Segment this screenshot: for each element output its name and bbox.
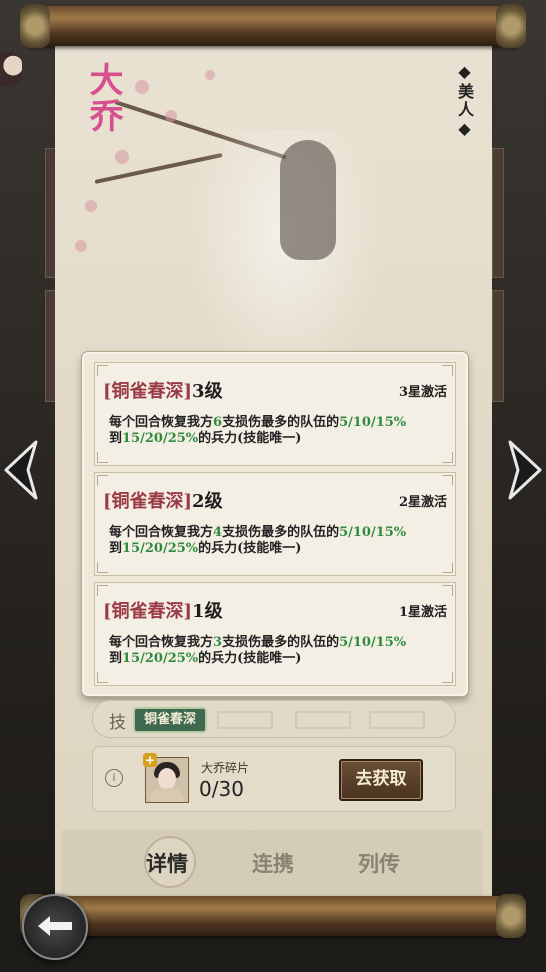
portrait-face <box>158 768 176 790</box>
detail-tabbar: 详情 连携 列传 <box>62 830 482 898</box>
desc-text: 到 <box>109 541 123 556</box>
desc-percent: 5/10/15% <box>339 525 407 540</box>
card-corner <box>97 672 108 683</box>
desc-text: 每个回合恢复我方 <box>109 635 214 650</box>
skill-bar-label: 技 <box>109 713 126 733</box>
skill-activation: 2星激活 <box>398 495 447 510</box>
desc-text: 支损伤最多的队伍的 <box>222 525 340 540</box>
prev-hero-arrow[interactable] <box>2 440 42 500</box>
card-corner <box>442 475 453 486</box>
skill-card: [铜雀春深]2级 2星激活 每个回合恢复我方4支损伤最多的队伍的5/10/15%… <box>94 472 456 576</box>
background-card-right <box>492 148 504 278</box>
plum-blossom <box>165 110 177 122</box>
empty-skill-slot <box>217 711 273 729</box>
desc-percent: 15/20/25% <box>122 651 199 666</box>
background-avatar <box>0 52 22 86</box>
skill-card: [铜雀春深]1级 1星激活 每个回合恢复我方3支损伤最多的队伍的5/10/15%… <box>94 582 456 686</box>
plum-blossom <box>85 200 97 212</box>
tab-biography[interactable]: 列传 <box>358 848 400 878</box>
skill-description: 每个回合恢复我方4支损伤最多的队伍的5/10/15% 到15/20/25%的兵力(… <box>109 525 449 557</box>
desc-text: 支损伤最多的队伍的 <box>222 415 340 430</box>
desc-text: 支损伤最多的队伍的 <box>222 635 340 650</box>
tab-combo[interactable]: 连携 <box>252 848 294 878</box>
card-corner <box>442 452 453 463</box>
tab-details[interactable]: 详情 <box>146 848 188 878</box>
obtain-button[interactable]: 去获取 <box>339 759 423 801</box>
card-corner <box>97 585 108 596</box>
plus-icon: + <box>143 753 157 767</box>
card-corner <box>97 475 108 486</box>
skill-level: 1级 <box>192 601 223 622</box>
fragment-count: 0/30 <box>199 777 244 801</box>
portrait-robe <box>150 788 184 802</box>
skill-bar: 技 铜雀春深 <box>92 700 456 738</box>
background-card-right <box>492 290 504 402</box>
desc-text: 每个回合恢复我方 <box>109 415 214 430</box>
desc-text: 的兵力(技能唯一) <box>198 651 302 666</box>
desc-percent: 15/20/25% <box>122 541 199 556</box>
info-icon[interactable]: i <box>105 769 123 787</box>
empty-skill-slot <box>369 711 425 729</box>
skill-activation: 1星激活 <box>398 605 447 620</box>
skill-title: [铜雀春深]2级 <box>103 487 223 513</box>
skill-chip[interactable]: 铜雀春深 <box>133 707 207 733</box>
skill-level: 3级 <box>192 381 223 402</box>
roller-cap <box>496 894 526 938</box>
skill-title: [铜雀春深]3级 <box>103 377 223 403</box>
hero-name: 大乔 <box>83 62 123 134</box>
empty-skill-slot <box>295 711 351 729</box>
chevron-right-icon <box>508 440 542 500</box>
desc-percent: 5/10/15% <box>339 415 407 430</box>
desc-text: 到 <box>109 431 123 446</box>
desc-text: 的兵力(技能唯一) <box>198 431 302 446</box>
skill-title: [铜雀春深]1级 <box>103 597 223 623</box>
desc-text: 每个回合恢复我方 <box>109 525 214 540</box>
hero-type-tag: ◆美人◆ <box>455 62 474 140</box>
card-corner <box>97 365 108 376</box>
desc-count: 6 <box>213 415 223 430</box>
hero-portrait-hair <box>280 140 336 260</box>
skill-description: 每个回合恢复我方3支损伤最多的队伍的5/10/15% 到15/20/25%的兵力(… <box>109 635 449 667</box>
next-hero-arrow[interactable] <box>504 440 544 500</box>
roller-cap <box>20 4 50 48</box>
card-corner <box>442 562 453 573</box>
scroll-roller-bottom <box>20 894 526 938</box>
skill-level: 2级 <box>192 491 223 512</box>
back-button[interactable] <box>22 894 88 960</box>
chevron-left-icon <box>4 440 38 500</box>
roller-cap <box>496 4 526 48</box>
desc-text: 的兵力(技能唯一) <box>198 541 302 556</box>
skill-name: [铜雀春深] <box>103 381 193 402</box>
plum-blossom <box>135 80 149 94</box>
plum-blossom <box>115 150 129 164</box>
desc-percent: 5/10/15% <box>339 635 407 650</box>
fragment-panel: i + 大乔碎片 0/30 去获取 <box>92 746 456 812</box>
skill-name: [铜雀春深] <box>103 491 193 512</box>
fragment-name: 大乔碎片 <box>201 761 250 775</box>
desc-count: 3 <box>213 635 223 650</box>
skill-detail-panel: [铜雀春深]3级 3星激活 每个回合恢复我方6支损伤最多的队伍的5/10/15%… <box>82 352 468 696</box>
hero-type-label: 美人 <box>455 83 474 119</box>
card-corner <box>442 585 453 596</box>
desc-count: 4 <box>213 525 223 540</box>
card-corner <box>442 672 453 683</box>
card-corner <box>442 365 453 376</box>
arrow-left-icon <box>38 916 72 936</box>
skill-description: 每个回合恢复我方6支损伤最多的队伍的5/10/15% 到15/20/25%的兵力(… <box>109 415 449 447</box>
desc-text: 到 <box>109 651 123 666</box>
skill-name: [铜雀春深] <box>103 601 193 622</box>
plum-blossom <box>75 240 87 252</box>
card-corner <box>97 562 108 573</box>
desc-percent: 15/20/25% <box>122 431 199 446</box>
skill-card: [铜雀春深]3级 3星激活 每个回合恢复我方6支损伤最多的队伍的5/10/15%… <box>94 362 456 466</box>
card-corner <box>97 452 108 463</box>
scroll-roller-top <box>20 4 526 48</box>
plum-blossom <box>205 70 215 80</box>
skill-activation: 3星激活 <box>398 385 447 400</box>
